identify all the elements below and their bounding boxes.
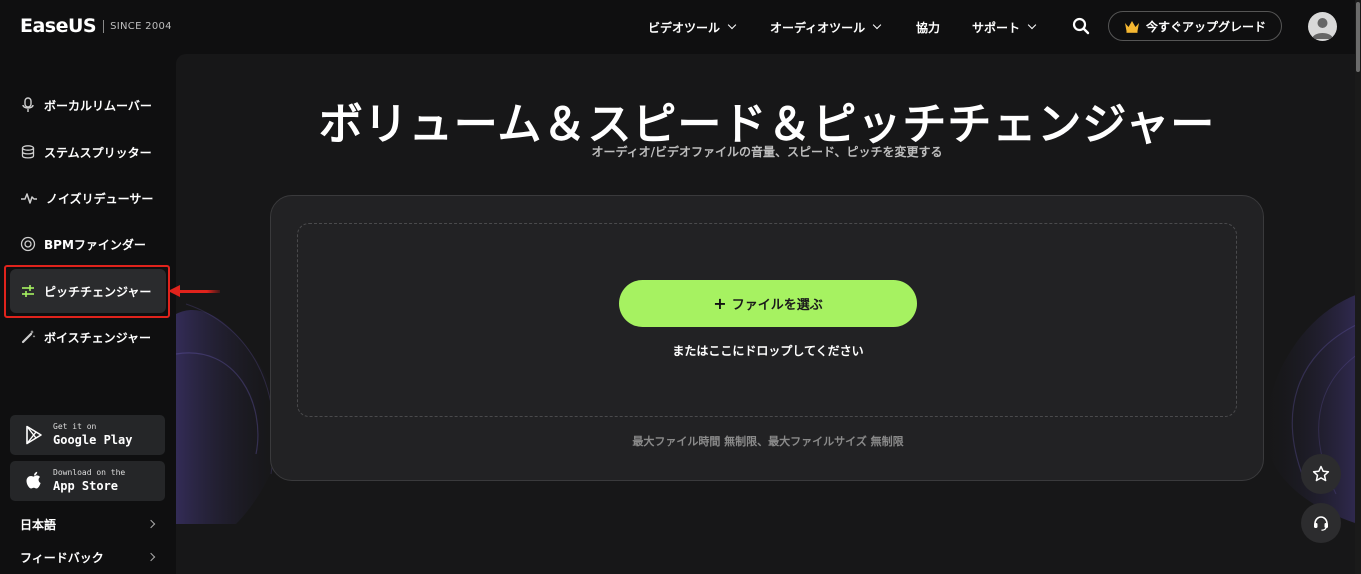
sidebar-item-noise-reducer[interactable]: ノイズリデューサー xyxy=(10,176,166,220)
stack-icon xyxy=(21,145,35,159)
app-store-button[interactable]: Download on the App Store xyxy=(10,461,165,501)
sidebar-item-vocal-remover[interactable]: ボーカルリムーバー xyxy=(10,83,166,127)
drop-hint: またはここにドロップしてください xyxy=(672,344,864,358)
file-limit-info: 最大ファイル時間 無制限、最大ファイルサイズ 無制限 xyxy=(632,435,904,448)
file-drop-zone[interactable]: + ファイルを選ぶ またはここにドロップしてください xyxy=(297,223,1237,417)
annotation-arrow-head xyxy=(168,285,180,297)
target-icon xyxy=(20,236,36,252)
upgrade-label: 今すぐアップグレード xyxy=(1145,19,1266,34)
chevron-right-icon xyxy=(146,519,156,529)
favorite-button[interactable] xyxy=(1301,454,1341,494)
nav-support-label: サポート xyxy=(972,20,1021,35)
chevron-down-icon xyxy=(872,20,882,30)
nav-cooperation-label: 協力 xyxy=(916,20,941,35)
google-play-icon xyxy=(26,425,42,445)
nav-audio-tools[interactable]: オーディオツール xyxy=(770,0,882,54)
sidebar-item-bpm-finder[interactable]: BPMファインダー xyxy=(10,222,166,266)
chevron-right-icon xyxy=(146,552,156,562)
store-small-text: Get it on xyxy=(53,422,97,431)
feedback-link[interactable]: フィードバック xyxy=(20,547,156,567)
google-play-text: Get it on Google Play xyxy=(53,422,132,448)
feedback-label: フィードバック xyxy=(20,550,104,565)
waveform-icon xyxy=(21,193,37,204)
language-label: 日本語 xyxy=(20,517,57,532)
nav-audio-tools-label: オーディオツール xyxy=(770,20,866,35)
store-big-text: App Store xyxy=(53,479,119,493)
language-selector[interactable]: 日本語 xyxy=(20,514,156,534)
sidebar-item-label: ボーカルリムーバー xyxy=(44,98,152,113)
sidebar-item-label: ボイスチェンジャー xyxy=(44,330,152,345)
microphone-icon xyxy=(22,97,34,112)
store-small-text: Download on the xyxy=(53,468,126,477)
app-store-text: Download on the App Store xyxy=(53,468,125,494)
scrollbar-thumb[interactable] xyxy=(1356,2,1360,72)
upgrade-button[interactable]: 今すぐアップグレード xyxy=(1108,11,1282,41)
support-button[interactable] xyxy=(1301,503,1341,543)
sidebar-item-label: ステムスプリッター xyxy=(44,145,152,160)
logo-text: EaseUS xyxy=(20,15,97,37)
annotation-highlight-box xyxy=(4,265,170,318)
chevron-down-icon xyxy=(727,20,737,30)
easeus-logo[interactable]: EaseUS SINCE 2004 xyxy=(20,14,172,38)
app-root: EaseUS SINCE 2004 ビデオツール オーディオツール 協力 サポー… xyxy=(0,0,1361,574)
nav-support[interactable]: サポート xyxy=(972,0,1037,54)
chevron-down-icon xyxy=(1027,20,1037,30)
store-big-text: Google Play xyxy=(53,433,133,447)
choose-file-button[interactable]: + ファイルを選ぶ xyxy=(619,280,917,327)
logo-since: SINCE 2004 xyxy=(110,20,172,32)
annotation-arrow-line xyxy=(176,290,220,293)
plus-icon: + xyxy=(713,294,727,313)
star-icon xyxy=(1312,465,1330,482)
magic-wand-icon xyxy=(21,330,36,344)
google-play-button[interactable]: Get it on Google Play xyxy=(10,415,165,455)
nav-video-tools-label: ビデオツール xyxy=(648,20,721,35)
user-avatar[interactable] xyxy=(1308,12,1337,41)
sidebar-item-voice-changer[interactable]: ボイスチェンジャー xyxy=(10,315,166,359)
user-icon xyxy=(1312,18,1333,39)
apple-icon xyxy=(26,471,41,489)
page-subtitle: オーディオ/ビデオファイルの音量、スピード、ピッチを変更する xyxy=(591,145,943,159)
logo-divider xyxy=(103,19,105,33)
top-header: EaseUS SINCE 2004 ビデオツール オーディオツール 協力 サポー… xyxy=(0,0,1361,54)
search-icon[interactable] xyxy=(1072,17,1090,35)
sidebar-item-label: ノイズリデューサー xyxy=(46,191,154,206)
headset-icon xyxy=(1314,516,1328,531)
nav-video-tools[interactable]: ビデオツール xyxy=(648,0,737,54)
page-scrollbar[interactable] xyxy=(1355,0,1361,574)
crown-icon xyxy=(1124,20,1139,33)
sidebar-item-stem-splitter[interactable]: ステムスプリッター xyxy=(10,130,166,174)
upload-card: + ファイルを選ぶ またはここにドロップしてください 最大ファイル時間 無制限、… xyxy=(270,195,1264,481)
sidebar-item-label: BPMファインダー xyxy=(44,237,146,252)
nav-cooperation[interactable]: 協力 xyxy=(916,0,940,54)
main-content: ボリューム＆スピード＆ピッチチェンジャー オーディオ/ビデオファイルの音量、スピ… xyxy=(176,54,1358,574)
choose-file-label: ファイルを選ぶ xyxy=(731,298,823,313)
